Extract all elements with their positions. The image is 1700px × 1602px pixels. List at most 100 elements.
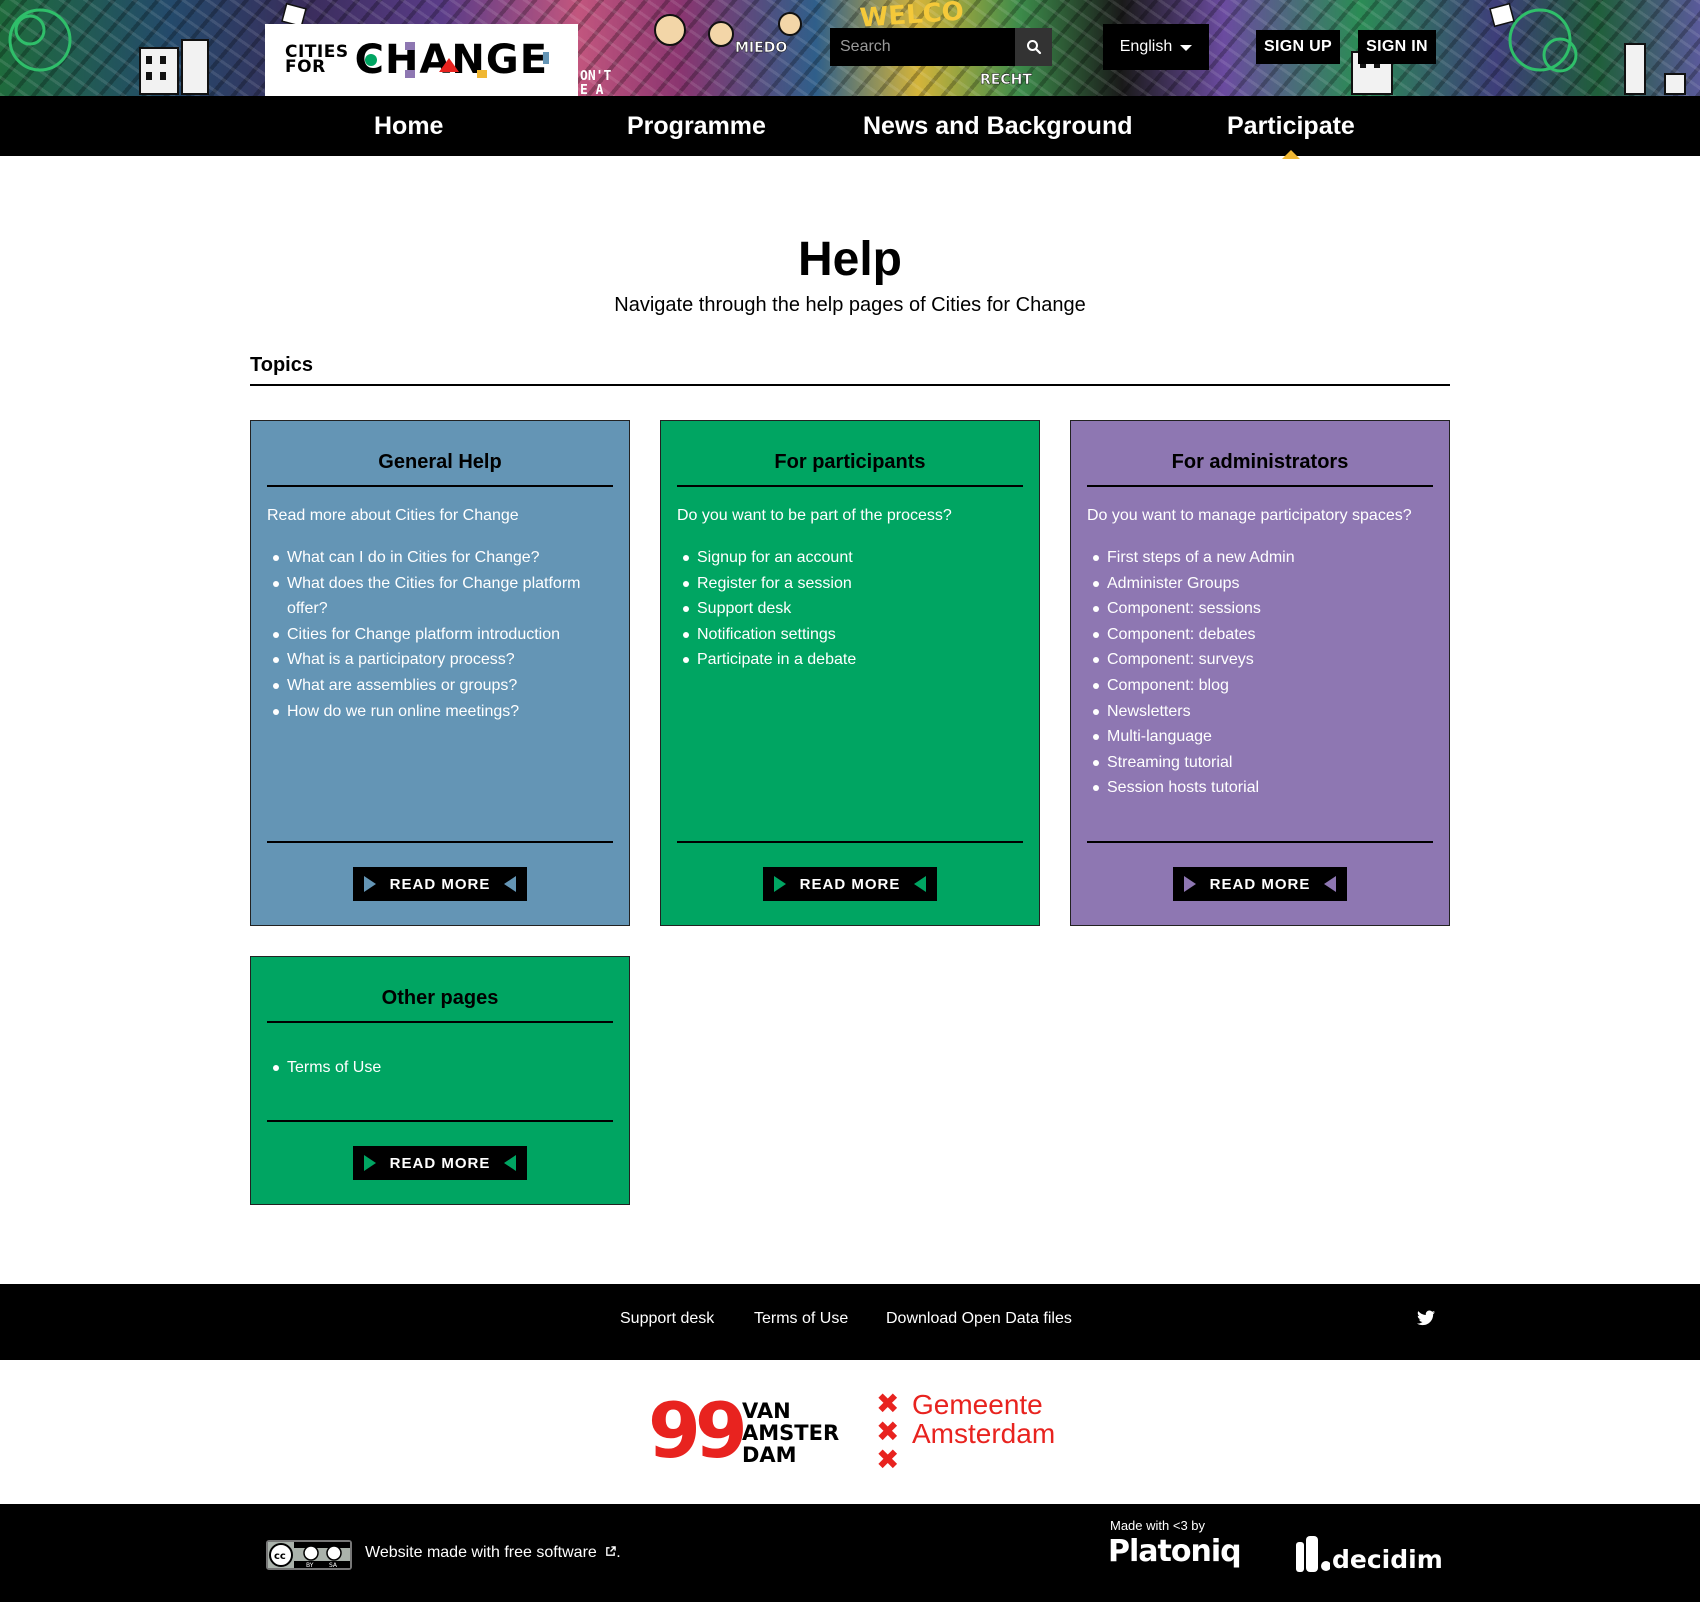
footer-credits-bar: cc BY SA Website made with free software… xyxy=(0,1504,1700,1602)
read-more-label: READ MORE xyxy=(1209,875,1311,893)
help-link[interactable]: Register for a session xyxy=(677,571,1023,597)
twitter-icon[interactable] xyxy=(1417,1310,1435,1326)
read-more-label: READ MORE xyxy=(799,875,901,893)
play-left-icon xyxy=(1324,876,1337,892)
help-link[interactable]: Session hosts tutorial xyxy=(1087,775,1433,801)
card-divider xyxy=(677,485,1023,487)
decidim-icon xyxy=(1296,1536,1330,1572)
search-box xyxy=(830,28,1052,66)
card-description: Do you want to be part of the process? xyxy=(677,507,952,524)
help-link[interactable]: What can I do in Cities for Change? xyxy=(267,545,613,571)
help-link[interactable]: What does the Cities for Change platform… xyxy=(267,571,613,622)
logo-99-line: DAM xyxy=(742,1443,797,1467)
read-more-button[interactable]: READ MORE xyxy=(353,1146,527,1180)
card-title: General Help xyxy=(378,451,502,473)
logo-99-text: VAN AMSTER DAM xyxy=(742,1400,839,1466)
card-divider xyxy=(677,841,1023,843)
help-link[interactable]: How do we run online meetings? xyxy=(267,699,613,725)
nav-item-programme[interactable]: Programme xyxy=(627,96,766,156)
decidim-logo[interactable]: decidim xyxy=(1294,1530,1443,1574)
footer-links-bar: Support desk Terms of Use Download Open … xyxy=(0,1284,1700,1360)
help-link[interactable]: Component: sessions xyxy=(1087,596,1433,622)
amsterdam-crosses-icon: ✖ ✖ ✖ xyxy=(876,1387,900,1476)
play-right-icon xyxy=(773,876,786,892)
help-link[interactable]: Administer Groups xyxy=(1087,571,1433,597)
card-title: Other pages xyxy=(381,987,499,1009)
logo-99-line: VAN xyxy=(742,1399,791,1423)
topic-card-for-participants: For participants Do you want to be part … xyxy=(660,420,1040,926)
help-link[interactable]: Terms of Use xyxy=(267,1055,613,1081)
help-link[interactable]: Cities for Change platform introduction xyxy=(267,622,613,648)
help-link[interactable]: What is a participatory process? xyxy=(267,647,613,673)
logo-line-for: FOR xyxy=(285,57,326,77)
help-link[interactable]: Signup for an account xyxy=(677,545,1023,571)
help-link[interactable]: Component: blog xyxy=(1087,673,1433,699)
footer-link-terms-of-use[interactable]: Terms of Use xyxy=(754,1310,848,1328)
logo-small-text: CITIES FOR xyxy=(285,44,349,77)
card-title: For administrators xyxy=(1171,451,1349,473)
header-banner: WELCO MIEDO RECHT ON'T E A CITIES FOR CH… xyxy=(0,0,1700,96)
help-link[interactable]: Multi-language xyxy=(1087,724,1433,750)
play-left-icon xyxy=(914,876,927,892)
help-link[interactable]: What are assemblies or groups? xyxy=(267,673,613,699)
main-navigation: Home Programme News and Background Parti… xyxy=(0,96,1700,156)
search-button[interactable] xyxy=(1015,28,1052,66)
topics-divider xyxy=(250,384,1450,386)
logo-change-text: CHANGE xyxy=(354,37,549,83)
gemeente-line: Gemeente xyxy=(912,1389,1043,1420)
read-more-button[interactable]: READ MORE xyxy=(353,867,527,901)
page-title: Help xyxy=(797,233,902,286)
decidim-text: decidim xyxy=(1332,1545,1443,1574)
footer-link-open-data[interactable]: Download Open Data files xyxy=(886,1310,1072,1328)
play-left-icon xyxy=(504,1155,517,1171)
cc-by-label: BY xyxy=(306,1562,314,1568)
card-divider xyxy=(267,1021,613,1023)
help-link[interactable]: Support desk xyxy=(677,596,1023,622)
logo-99-line: AMSTER xyxy=(742,1421,840,1445)
topic-card-general-help: General Help Read more about Cities for … xyxy=(250,420,630,926)
search-input[interactable] xyxy=(830,28,1015,66)
sign-in-button[interactable]: SIGN IN xyxy=(1358,30,1436,64)
platoniq-logo[interactable]: Platoniq xyxy=(1108,1534,1242,1569)
logo-99-van-amsterdam[interactable]: 99 VAN AMSTER DAM xyxy=(648,1386,840,1475)
topics-heading: Topics xyxy=(250,354,313,376)
language-selector[interactable]: English xyxy=(1103,24,1209,70)
footer-link-support-desk[interactable]: Support desk xyxy=(620,1310,714,1328)
help-link[interactable]: Notification settings xyxy=(677,622,1023,648)
site-logo[interactable]: CITIES FOR CHANGE xyxy=(265,24,578,96)
made-with-label: Made with <3 by xyxy=(1110,1518,1206,1533)
play-right-icon xyxy=(1183,876,1196,892)
partner-logos: 99 VAN AMSTER DAM ✖ ✖ ✖ Gemeente Amsterdam xyxy=(0,1360,1700,1504)
read-more-button[interactable]: READ MORE xyxy=(763,867,937,901)
help-link[interactable]: Component: debates xyxy=(1087,622,1433,648)
card-description: Read more about Cities for Change xyxy=(267,507,519,524)
card-divider xyxy=(267,485,613,487)
card-divider xyxy=(1087,841,1433,843)
topic-card-other-pages: Other pages Terms of Use READ MORE xyxy=(250,956,630,1205)
help-link[interactable]: Component: surveys xyxy=(1087,647,1433,673)
card-description: Do you want to manage participatory spac… xyxy=(1087,507,1412,524)
nav-item-news-and-background[interactable]: News and Background xyxy=(863,96,1133,156)
read-more-label: READ MORE xyxy=(389,1154,491,1172)
logo-change-word: CHANGE xyxy=(355,37,548,83)
play-right-icon xyxy=(363,876,376,892)
free-software-text: Website made with free software xyxy=(365,1544,597,1561)
gemeente-text: Gemeente Amsterdam xyxy=(912,1390,1055,1448)
creative-commons-badge[interactable]: cc BY SA xyxy=(266,1540,352,1570)
help-link[interactable]: Newsletters xyxy=(1087,699,1433,725)
nav-item-home[interactable]: Home xyxy=(374,96,443,156)
play-right-icon xyxy=(363,1155,376,1171)
sign-up-button[interactable]: SIGN UP xyxy=(1256,30,1340,64)
card-link-list: What can I do in Cities for Change? What… xyxy=(267,545,613,724)
banner-word-ont: ON'T xyxy=(580,69,611,84)
logo-gemeente-amsterdam[interactable]: ✖ ✖ ✖ Gemeente Amsterdam xyxy=(876,1390,1076,1474)
free-software-link[interactable]: Website made with free software . xyxy=(365,1544,621,1562)
nav-item-participate[interactable]: Participate xyxy=(1227,96,1355,156)
logo-99-number: 99 xyxy=(648,1386,748,1475)
help-link[interactable]: Streaming tutorial xyxy=(1087,750,1433,776)
help-link[interactable]: First steps of a new Admin xyxy=(1087,545,1433,571)
help-link[interactable]: Participate in a debate xyxy=(677,647,1023,673)
creative-commons-icon: cc BY SA xyxy=(268,1542,350,1569)
banner-word-recht: RECHT xyxy=(980,72,1032,88)
read-more-button[interactable]: READ MORE xyxy=(1173,867,1347,901)
